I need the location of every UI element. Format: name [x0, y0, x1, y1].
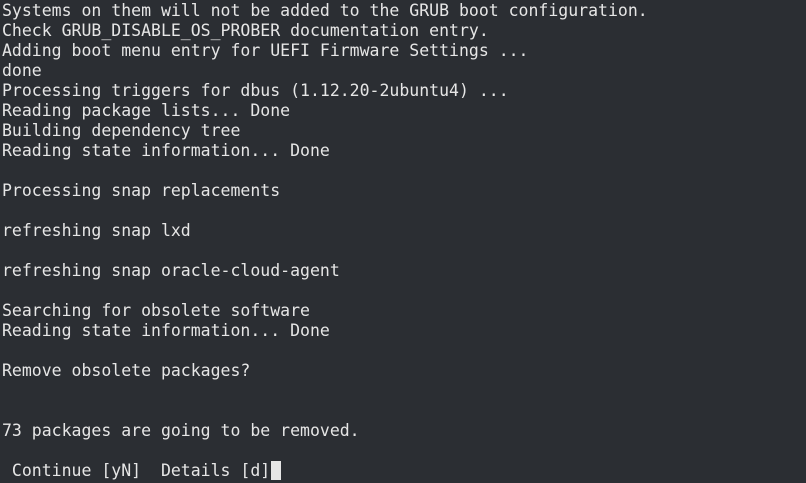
text-cursor [271, 461, 282, 480]
terminal-line: Check GRUB_DISABLE_OS_PROBER documentati… [2, 21, 489, 40]
terminal-line: done [2, 61, 42, 80]
terminal-line: Building dependency tree [2, 121, 241, 140]
terminal-window[interactable]: Systems on them will not be added to the… [0, 0, 806, 483]
terminal-line: Reading package lists... Done [2, 101, 291, 120]
terminal-line: refreshing snap oracle-cloud-agent [2, 261, 340, 280]
terminal-line: Processing snap replacements [2, 181, 281, 200]
prompt-line[interactable]: Continue [yN] Details [d] [2, 461, 806, 481]
terminal-line: Reading state information... Done [2, 321, 330, 340]
terminal-line: Searching for obsolete software [2, 301, 310, 320]
terminal-line: Processing triggers for dbus (1.12.20-2u… [2, 81, 509, 100]
terminal-line: Remove obsolete packages? [2, 361, 251, 380]
terminal-line: Reading state information... Done [2, 141, 330, 160]
terminal-line: refreshing snap lxd [2, 221, 191, 240]
prompt-text: Continue [yN] Details [d] [2, 461, 271, 480]
terminal-line: 73 packages are going to be removed. [2, 421, 360, 440]
terminal-line: Adding boot menu entry for UEFI Firmware… [2, 41, 529, 60]
terminal-line: Systems on them will not be added to the… [2, 1, 648, 20]
